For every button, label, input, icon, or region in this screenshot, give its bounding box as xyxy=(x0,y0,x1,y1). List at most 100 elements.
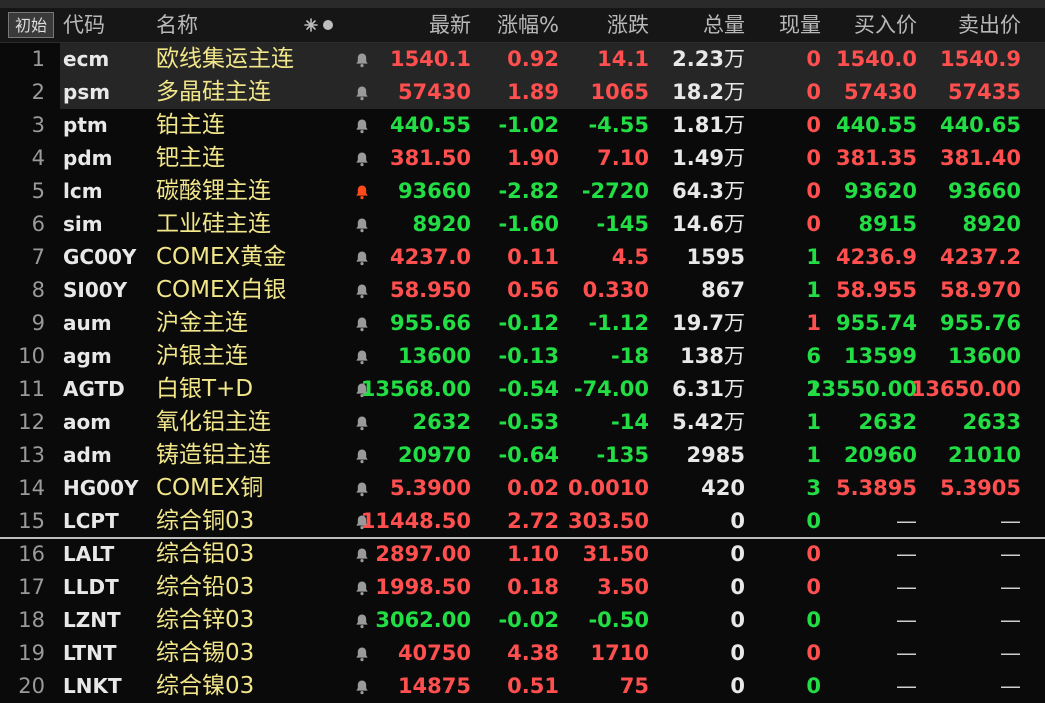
instrument-name: COMEX铜 xyxy=(156,475,264,501)
instrument-code: adm xyxy=(63,443,112,467)
header-cur[interactable]: 现量 xyxy=(779,12,821,38)
bid-price: 57430 xyxy=(843,80,917,104)
header-code[interactable]: 代码 xyxy=(63,12,105,38)
header-pct[interactable]: 涨幅% xyxy=(497,12,559,38)
table-row[interactable]: 1 ecm 欧线集运主连 1540.1 0.92 14.1 2.23万 0 1540.0 1540… xyxy=(0,43,1045,76)
header-ask[interactable]: 卖出价 xyxy=(958,12,1021,38)
header-settings-icon[interactable] xyxy=(303,12,337,38)
latest-price: 93660 xyxy=(397,179,471,203)
change-percent: -0.13 xyxy=(498,344,559,368)
table-row[interactable]: 4 pdm 钯主连 381.50 1.90 7.10 1.49万 0 381.35 381.40 xyxy=(0,142,1045,175)
latest-price: 1998.50 xyxy=(375,575,471,599)
latest-price: 11448.50 xyxy=(360,509,471,533)
volume-value: 18.2 xyxy=(672,80,724,104)
table-row[interactable]: 7 GC00Y COMEX黄金 4237.0 0.11 4.5 1595 1 4236.9 423… xyxy=(0,241,1045,274)
change-amount: 3.50 xyxy=(597,575,649,599)
alert-bell-icon[interactable] xyxy=(352,538,374,571)
header-chg[interactable]: 涨跌 xyxy=(607,12,649,38)
alert-bell-icon[interactable] xyxy=(352,307,374,340)
volume-value: 6.31 xyxy=(672,377,724,401)
change-amount: -4.55 xyxy=(588,113,649,137)
table-row[interactable]: 11 AGTD 白银T+D 13568.00 -0.54 -74.00 6.31万 2 1355… xyxy=(0,373,1045,406)
header-name[interactable]: 名称 xyxy=(156,12,198,38)
ask-price: — xyxy=(1000,509,1021,533)
change-percent: -1.60 xyxy=(498,212,559,236)
table-row[interactable]: 6 sim 工业硅主连 8920 -1.60 -145 14.6万 0 8915 8920 xyxy=(0,208,1045,241)
table-row[interactable]: 20 LNKT 综合镍03 14875 0.51 75 0 0 — — xyxy=(0,670,1045,703)
row-number: 20 xyxy=(18,674,45,698)
table-row[interactable]: 13 adm 铸造铝主连 20970 -0.64 -135 2985 1 20960 21010 xyxy=(0,439,1045,472)
instrument-code: LZNT xyxy=(63,608,121,632)
alert-bell-icon[interactable] xyxy=(352,142,374,175)
alert-bell-icon[interactable] xyxy=(352,43,374,76)
alert-bell-icon[interactable] xyxy=(352,241,374,274)
ask-price: 93660 xyxy=(947,179,1021,203)
total-volume: 0 xyxy=(730,571,745,604)
alert-bell-icon[interactable] xyxy=(352,604,374,637)
table-row[interactable]: 2 psm 多晶硅主连 57430 1.89 1065 18.2万 0 57430 57435 xyxy=(0,76,1045,109)
current-volume: 1 xyxy=(806,410,821,434)
alert-bell-icon[interactable] xyxy=(352,274,374,307)
latest-price: 1540.1 xyxy=(389,47,471,71)
latest-price: 57430 xyxy=(397,80,471,104)
table-row[interactable]: 16 LALT 综合铝03 2897.00 1.10 31.50 0 0 — — xyxy=(0,538,1045,571)
alert-bell-icon[interactable] xyxy=(352,472,374,505)
change-amount: -145 xyxy=(596,212,649,236)
instrument-name: 综合锡03 xyxy=(156,640,255,666)
bid-price: 13599 xyxy=(843,344,917,368)
alert-bell-icon[interactable] xyxy=(352,406,374,439)
bid-price: 2632 xyxy=(858,410,917,434)
volume-unit: 万 xyxy=(724,80,745,104)
table-row[interactable]: 10 agm 沪银主连 13600 -0.13 -18 138万 6 13599 13600 xyxy=(0,340,1045,373)
instrument-name: COMEX白银 xyxy=(156,277,287,303)
latest-price: 4237.0 xyxy=(389,245,471,269)
table-row[interactable]: 19 LTNT 综合锡03 40750 4.38 1710 0 0 — — xyxy=(0,637,1045,670)
volume-value: 19.7 xyxy=(672,311,724,335)
instrument-code: sim xyxy=(63,212,103,236)
alert-bell-icon[interactable] xyxy=(352,175,374,208)
alert-bell-icon[interactable] xyxy=(352,76,374,109)
header-vol[interactable]: 总量 xyxy=(703,12,745,38)
table-row[interactable]: 17 LLDT 综合铅03 1998.50 0.18 3.50 0 0 — — xyxy=(0,571,1045,604)
alert-bell-icon[interactable] xyxy=(352,670,374,703)
table-row[interactable]: 15 LCPT 综合铜03 11448.50 2.72 303.50 0 0 — — xyxy=(0,505,1045,538)
instrument-name: 综合铜03 xyxy=(156,508,255,534)
volume-value: 138 xyxy=(680,344,724,368)
table-row[interactable]: 9 aum 沪金主连 955.66 -0.12 -1.12 19.7万 1 955.74 955.… xyxy=(0,307,1045,340)
current-volume: 0 xyxy=(806,575,821,599)
instrument-name: 沪银主连 xyxy=(156,343,248,369)
alert-bell-icon[interactable] xyxy=(352,439,374,472)
table-row[interactable]: 8 SI00Y COMEX白银 58.950 0.56 0.330 867 1 58.955 58… xyxy=(0,274,1045,307)
table-row[interactable]: 12 aom 氧化铝主连 2632 -0.53 -14 5.42万 1 2632 2633 xyxy=(0,406,1045,439)
header-price[interactable]: 最新 xyxy=(429,12,471,38)
volume-unit: 万 xyxy=(724,311,745,335)
ask-price: — xyxy=(1000,608,1021,632)
table-row[interactable]: 5 lcm 碳酸锂主连 93660 -2.82 -2720 64.3万 0 93620 93660 xyxy=(0,175,1045,208)
alert-bell-icon[interactable] xyxy=(352,637,374,670)
alert-bell-icon[interactable] xyxy=(352,208,374,241)
header-bid[interactable]: 买入价 xyxy=(854,12,917,38)
total-volume: 6.31万 xyxy=(672,373,745,406)
ask-price: — xyxy=(1000,641,1021,665)
instrument-code: aom xyxy=(63,410,112,434)
total-volume: 1595 xyxy=(687,241,745,274)
volume-unit: 万 xyxy=(724,179,745,203)
current-volume: 0 xyxy=(806,641,821,665)
row-number: 7 xyxy=(31,245,45,269)
instrument-name: 沪金主连 xyxy=(156,310,248,336)
init-button[interactable]: 初始 xyxy=(8,12,54,38)
total-volume: 18.2万 xyxy=(672,76,745,109)
ask-price: — xyxy=(1000,575,1021,599)
table-row[interactable]: 3 ptm 铂主连 440.55 -1.02 -4.55 1.81万 0 440.55 440.6… xyxy=(0,109,1045,142)
latest-price: 3062.00 xyxy=(375,608,471,632)
bid-price: — xyxy=(896,608,917,632)
current-volume: 0 xyxy=(806,179,821,203)
alert-bell-icon[interactable] xyxy=(352,571,374,604)
table-row[interactable]: 18 LZNT 综合锌03 3062.00 -0.02 -0.50 0 0 — — xyxy=(0,604,1045,637)
current-volume: 1 xyxy=(806,311,821,335)
alert-bell-icon[interactable] xyxy=(352,109,374,142)
instrument-code: lcm xyxy=(63,179,103,203)
instrument-name: 综合锌03 xyxy=(156,607,255,633)
alert-bell-icon[interactable] xyxy=(352,340,374,373)
table-row[interactable]: 14 HG00Y COMEX铜 5.3900 0.02 0.0010 420 3 5.3895 5… xyxy=(0,472,1045,505)
